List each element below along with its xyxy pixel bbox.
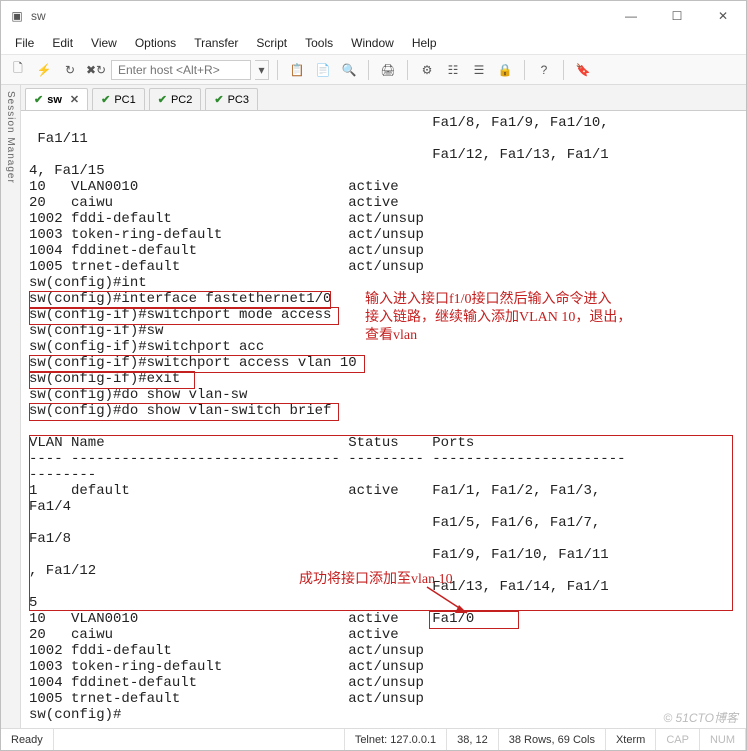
sidebar-label: Session Manager bbox=[3, 85, 18, 190]
separator bbox=[524, 60, 525, 80]
titlebar[interactable]: ▣ sw — ☐ ✕ bbox=[1, 1, 746, 31]
tab-label: PC3 bbox=[228, 94, 249, 106]
session-tabs: ✔ sw ✕ ✔ PC1 ✔ PC2 ✔ PC3 bbox=[21, 85, 746, 111]
status-cursor-pos: 38, 12 bbox=[447, 729, 499, 750]
statusbar: Ready Telnet: 127.0.0.1 38, 12 38 Rows, … bbox=[1, 728, 746, 750]
tab-close-icon[interactable]: ✕ bbox=[70, 93, 79, 106]
main-area: Session Manager ✔ sw ✕ ✔ PC1 ✔ PC2 ✔ bbox=[1, 85, 746, 728]
menu-file[interactable]: File bbox=[7, 33, 42, 53]
menubar: File Edit View Options Transfer Script T… bbox=[1, 31, 746, 55]
status-spacer bbox=[54, 729, 345, 750]
app-icon: ▣ bbox=[9, 8, 25, 24]
menu-tools[interactable]: Tools bbox=[297, 33, 341, 53]
menu-view[interactable]: View bbox=[83, 33, 125, 53]
global-options-icon[interactable]: ☷ bbox=[442, 59, 464, 81]
new-session-icon[interactable]: 🗋 bbox=[7, 59, 29, 81]
host-dropdown-icon[interactable]: ▾ bbox=[255, 60, 269, 80]
print-icon[interactable]: 🖨 bbox=[377, 59, 399, 81]
status-dimensions: 38 Rows, 69 Cols bbox=[499, 729, 606, 750]
quick-connect-icon[interactable]: ⚡ bbox=[33, 59, 55, 81]
check-icon: ✔ bbox=[158, 93, 167, 106]
minimize-button[interactable]: — bbox=[608, 1, 654, 31]
terminal-panel: ✔ sw ✕ ✔ PC1 ✔ PC2 ✔ PC3 bbox=[21, 85, 746, 728]
check-icon: ✔ bbox=[101, 93, 110, 106]
tab-pc2[interactable]: ✔ PC2 bbox=[149, 88, 202, 110]
check-icon: ✔ bbox=[214, 93, 223, 106]
disconnect-icon[interactable]: ✖↻ bbox=[85, 59, 107, 81]
lock-icon[interactable]: 🔒 bbox=[494, 59, 516, 81]
paste-icon[interactable]: 📋 bbox=[286, 59, 308, 81]
menu-help[interactable]: Help bbox=[404, 33, 445, 53]
tab-label: sw bbox=[47, 94, 62, 106]
separator bbox=[368, 60, 369, 80]
terminal[interactable]: Fa1/8, Fa1/9, Fa1/10, Fa1/11 Fa1/12, Fa1… bbox=[21, 111, 746, 728]
window-title: sw bbox=[31, 9, 46, 23]
status-connection: Telnet: 127.0.0.1 bbox=[345, 729, 447, 750]
tab-pc3[interactable]: ✔ PC3 bbox=[205, 88, 258, 110]
maximize-button[interactable]: ☐ bbox=[654, 1, 700, 31]
session-options-icon[interactable]: ⚙ bbox=[416, 59, 438, 81]
session-manager-sidebar[interactable]: Session Manager bbox=[1, 85, 21, 728]
status-term-type: Xterm bbox=[606, 729, 656, 750]
menu-transfer[interactable]: Transfer bbox=[186, 33, 246, 53]
find-icon[interactable]: 🔍 bbox=[338, 59, 360, 81]
bookmarks-icon[interactable]: 🔖 bbox=[572, 59, 594, 81]
tab-label: PC1 bbox=[114, 94, 135, 106]
help-icon[interactable]: ? bbox=[533, 59, 555, 81]
check-icon: ✔ bbox=[34, 93, 43, 106]
properties-icon[interactable]: ☰ bbox=[468, 59, 490, 81]
separator bbox=[277, 60, 278, 80]
menu-script[interactable]: Script bbox=[248, 33, 295, 53]
status-caps: CAP bbox=[656, 729, 700, 750]
toolbar: 🗋 ⚡ ↻ ✖↻ ▾ 📋 📄 🔍 🖨 ⚙ ☷ ☰ 🔒 ? 🔖 bbox=[1, 55, 746, 85]
terminal-output: Fa1/8, Fa1/9, Fa1/10, Fa1/11 Fa1/12, Fa1… bbox=[21, 111, 746, 727]
copy-icon[interactable]: 📄 bbox=[312, 59, 334, 81]
menu-edit[interactable]: Edit bbox=[44, 33, 81, 53]
status-ready: Ready bbox=[1, 729, 54, 750]
tab-sw[interactable]: ✔ sw ✕ bbox=[25, 88, 88, 110]
status-num: NUM bbox=[700, 729, 746, 750]
tab-pc1[interactable]: ✔ PC1 bbox=[92, 88, 145, 110]
tab-label: PC2 bbox=[171, 94, 192, 106]
reconnect-icon[interactable]: ↻ bbox=[59, 59, 81, 81]
close-button[interactable]: ✕ bbox=[700, 1, 746, 31]
menu-window[interactable]: Window bbox=[343, 33, 402, 53]
host-input[interactable] bbox=[111, 60, 251, 80]
separator bbox=[407, 60, 408, 80]
separator bbox=[563, 60, 564, 80]
app-window: ▣ sw — ☐ ✕ File Edit View Options Transf… bbox=[0, 0, 747, 751]
menu-options[interactable]: Options bbox=[127, 33, 184, 53]
